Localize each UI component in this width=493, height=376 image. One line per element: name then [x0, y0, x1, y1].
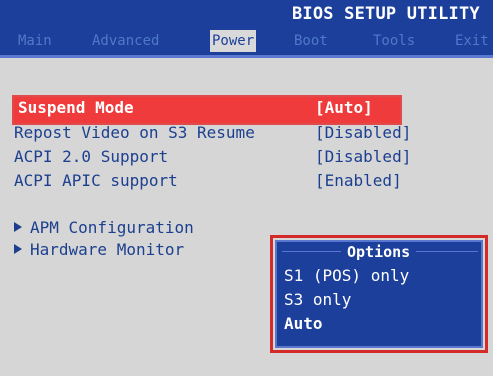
option-auto[interactable]: Auto [284, 314, 323, 333]
arrow-right-icon [14, 244, 22, 254]
tab-advanced[interactable]: Advanced [92, 30, 159, 52]
setting-suspend-mode[interactable]: Suspend Mode [18, 98, 134, 117]
setting-acpi-apic-support[interactable]: ACPI APIC support [14, 171, 178, 190]
options-popup: Options S1 (POS) only S3 only Auto [275, 240, 483, 348]
setting-acpi-2-support-value[interactable]: [Disabled] [315, 147, 411, 166]
submenu-hardware-monitor[interactable]: Hardware Monitor [14, 240, 184, 259]
option-s3-only[interactable]: S3 only [284, 290, 351, 309]
setting-acpi-2-support[interactable]: ACPI 2.0 Support [14, 147, 168, 166]
tab-exit[interactable]: Exit [455, 30, 489, 52]
setting-repost-video[interactable]: Repost Video on S3 Resume [14, 123, 255, 142]
setting-acpi-apic-support-value[interactable]: [Enabled] [315, 171, 402, 190]
bios-screen: BIOS SETUP UTILITY Main Advanced Power B… [0, 0, 493, 376]
submenu-apm-configuration[interactable]: APM Configuration [14, 218, 194, 237]
popup-title: Options [341, 243, 417, 261]
option-s1-pos-only[interactable]: S1 (POS) only [284, 266, 409, 285]
submenu-label: APM Configuration [30, 218, 194, 237]
bios-title: BIOS SETUP UTILITY [292, 4, 480, 24]
tab-power[interactable]: Power [210, 30, 257, 52]
arrow-right-icon [14, 222, 22, 232]
tab-boot[interactable]: Boot [294, 30, 328, 52]
setting-suspend-mode-value[interactable]: [Auto] [315, 98, 373, 117]
tab-tools[interactable]: Tools [373, 30, 415, 52]
submenu-label: Hardware Monitor [30, 240, 185, 259]
setting-repost-video-value[interactable]: [Disabled] [315, 123, 411, 142]
tab-main[interactable]: Main [18, 30, 52, 52]
